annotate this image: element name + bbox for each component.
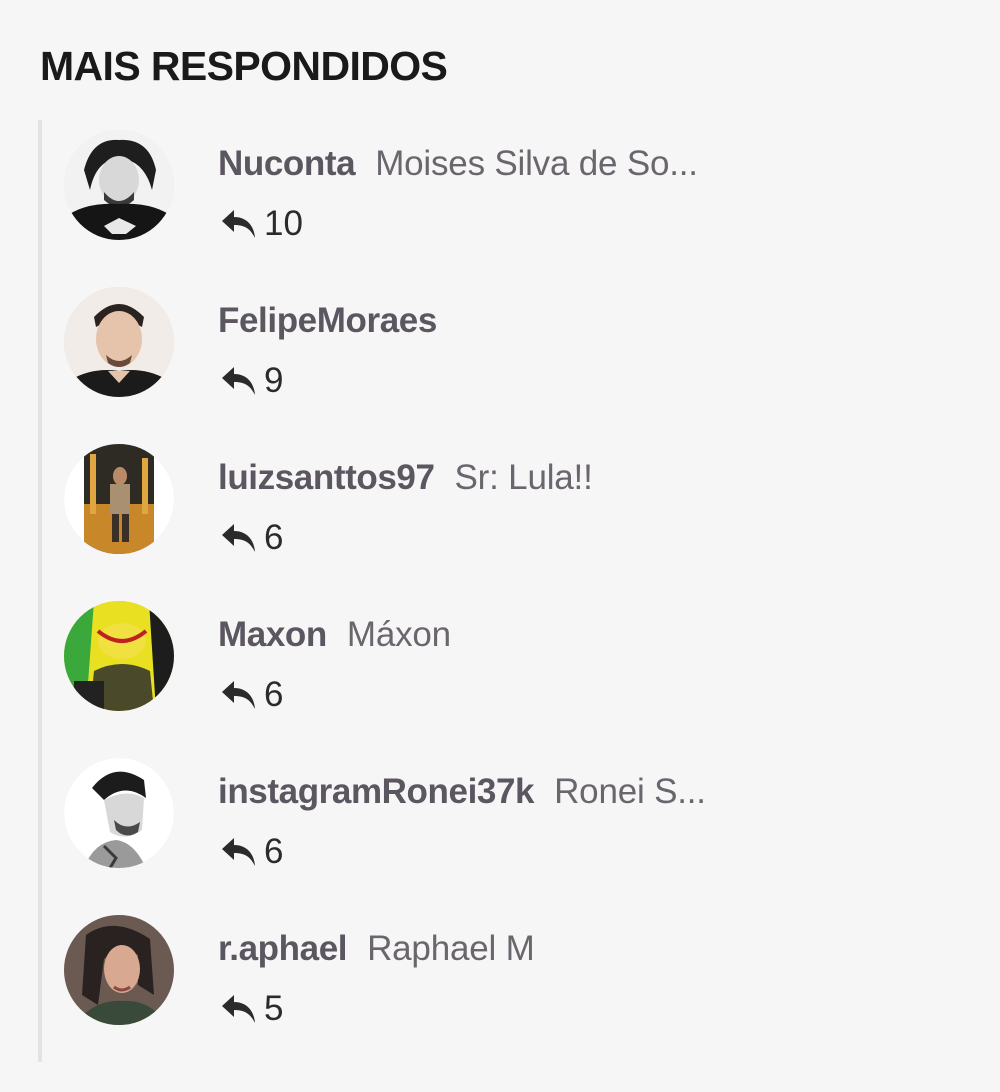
most-replied-widget: MAIS RESPONDIDOS Nuconta Moises Silva de … bbox=[0, 0, 1000, 1092]
name-line: r.aphael Raphael M bbox=[218, 927, 535, 971]
reply-count-row: 6 bbox=[220, 516, 283, 560]
name-line: luizsanttos97 Sr: Lula!! bbox=[218, 456, 593, 500]
reply-arrow-icon bbox=[220, 993, 258, 1025]
reply-count: 6 bbox=[264, 675, 284, 714]
user-avatar-photo-icon bbox=[64, 601, 174, 711]
reply-count-row: 6 bbox=[220, 830, 283, 874]
username-link[interactable]: Nuconta bbox=[218, 144, 356, 183]
reply-count: 5 bbox=[264, 989, 284, 1028]
reply-count-row: 9 bbox=[220, 359, 283, 403]
full-name: Moises Silva de So... bbox=[375, 144, 698, 183]
avatar[interactable] bbox=[64, 130, 174, 240]
full-name: Raphael M bbox=[367, 929, 535, 968]
list-item: instagramRonei37k Ronei S... 6 bbox=[38, 748, 978, 905]
reply-count-row: 6 bbox=[220, 673, 283, 717]
username-link[interactable]: Maxon bbox=[218, 615, 327, 654]
avatar[interactable] bbox=[64, 601, 174, 711]
reply-count: 9 bbox=[264, 361, 284, 400]
username-link[interactable]: luizsanttos97 bbox=[218, 458, 435, 497]
avatar[interactable] bbox=[64, 444, 174, 554]
name-line: instagramRonei37k Ronei S... bbox=[218, 770, 706, 814]
username-link[interactable]: FelipeMoraes bbox=[218, 301, 437, 340]
reply-arrow-icon bbox=[220, 679, 258, 711]
reply-arrow-icon bbox=[220, 208, 258, 240]
full-name: Ronei S... bbox=[554, 772, 706, 811]
reply-count: 6 bbox=[264, 518, 284, 557]
full-name: Máxon bbox=[346, 615, 451, 654]
avatar[interactable] bbox=[64, 758, 174, 868]
reply-count: 6 bbox=[264, 832, 284, 871]
user-list: Nuconta Moises Silva de So... 10 FelipeM… bbox=[38, 120, 978, 1062]
reply-arrow-icon bbox=[220, 522, 258, 554]
name-line: FelipeMoraes bbox=[218, 299, 437, 343]
full-name: Sr: Lula!! bbox=[454, 458, 593, 497]
avatar[interactable] bbox=[64, 915, 174, 1025]
username-link[interactable]: r.aphael bbox=[218, 929, 347, 968]
user-avatar-photo-icon bbox=[64, 915, 174, 1025]
list-item: Nuconta Moises Silva de So... 10 bbox=[38, 120, 978, 277]
list-item: FelipeMoraes 9 bbox=[38, 277, 978, 434]
avatar[interactable] bbox=[64, 287, 174, 397]
name-line: Maxon Máxon bbox=[218, 613, 451, 657]
list-item: r.aphael Raphael M 5 bbox=[38, 905, 978, 1062]
user-avatar-photo-icon bbox=[64, 287, 174, 397]
reply-count-row: 5 bbox=[220, 987, 283, 1031]
reply-arrow-icon bbox=[220, 365, 258, 397]
list-item: Maxon Máxon 6 bbox=[38, 591, 978, 748]
widget-title: MAIS RESPONDIDOS bbox=[40, 43, 448, 89]
user-avatar-photo-icon bbox=[64, 758, 174, 868]
list-item: luizsanttos97 Sr: Lula!! 6 bbox=[38, 434, 978, 591]
user-avatar-photo-icon bbox=[64, 444, 174, 554]
reply-count-row: 10 bbox=[220, 202, 303, 246]
user-avatar-photo-icon bbox=[64, 130, 174, 240]
name-line: Nuconta Moises Silva de So... bbox=[218, 142, 698, 186]
reply-arrow-icon bbox=[220, 836, 258, 868]
username-link[interactable]: instagramRonei37k bbox=[218, 772, 535, 811]
reply-count: 10 bbox=[264, 204, 303, 243]
